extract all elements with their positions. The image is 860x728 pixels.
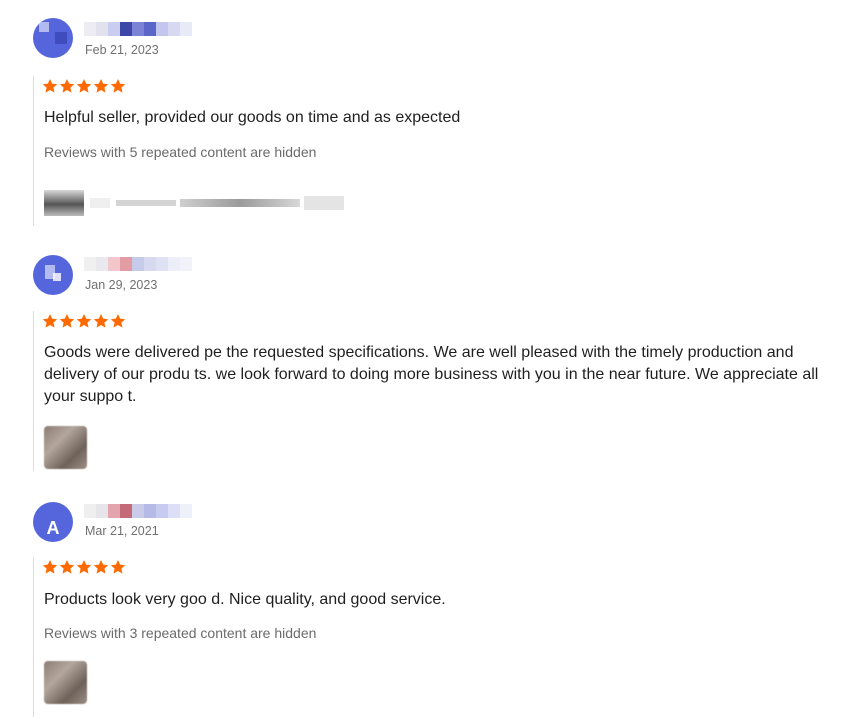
avatar: A (33, 502, 73, 542)
star-icon (110, 559, 126, 575)
review-photo-thumbnail[interactable] (44, 661, 87, 704)
star-icon (76, 559, 92, 575)
review-text: Products look very goo d. Nice quality, … (44, 591, 446, 608)
hidden-reviews-note[interactable]: Reviews with 3 repeated content are hidd… (44, 625, 316, 641)
reviewer-name-redacted (84, 504, 202, 518)
star-icon (42, 559, 58, 575)
review-date: Mar 21, 2021 (85, 524, 159, 538)
star-icon (93, 559, 109, 575)
review-item: A Mar 21, 2021 Products look very goo d.… (0, 0, 860, 728)
star-icon (59, 559, 75, 575)
star-rating (42, 559, 126, 575)
review-divider (33, 557, 34, 717)
avatar-letter: A (46, 517, 60, 538)
